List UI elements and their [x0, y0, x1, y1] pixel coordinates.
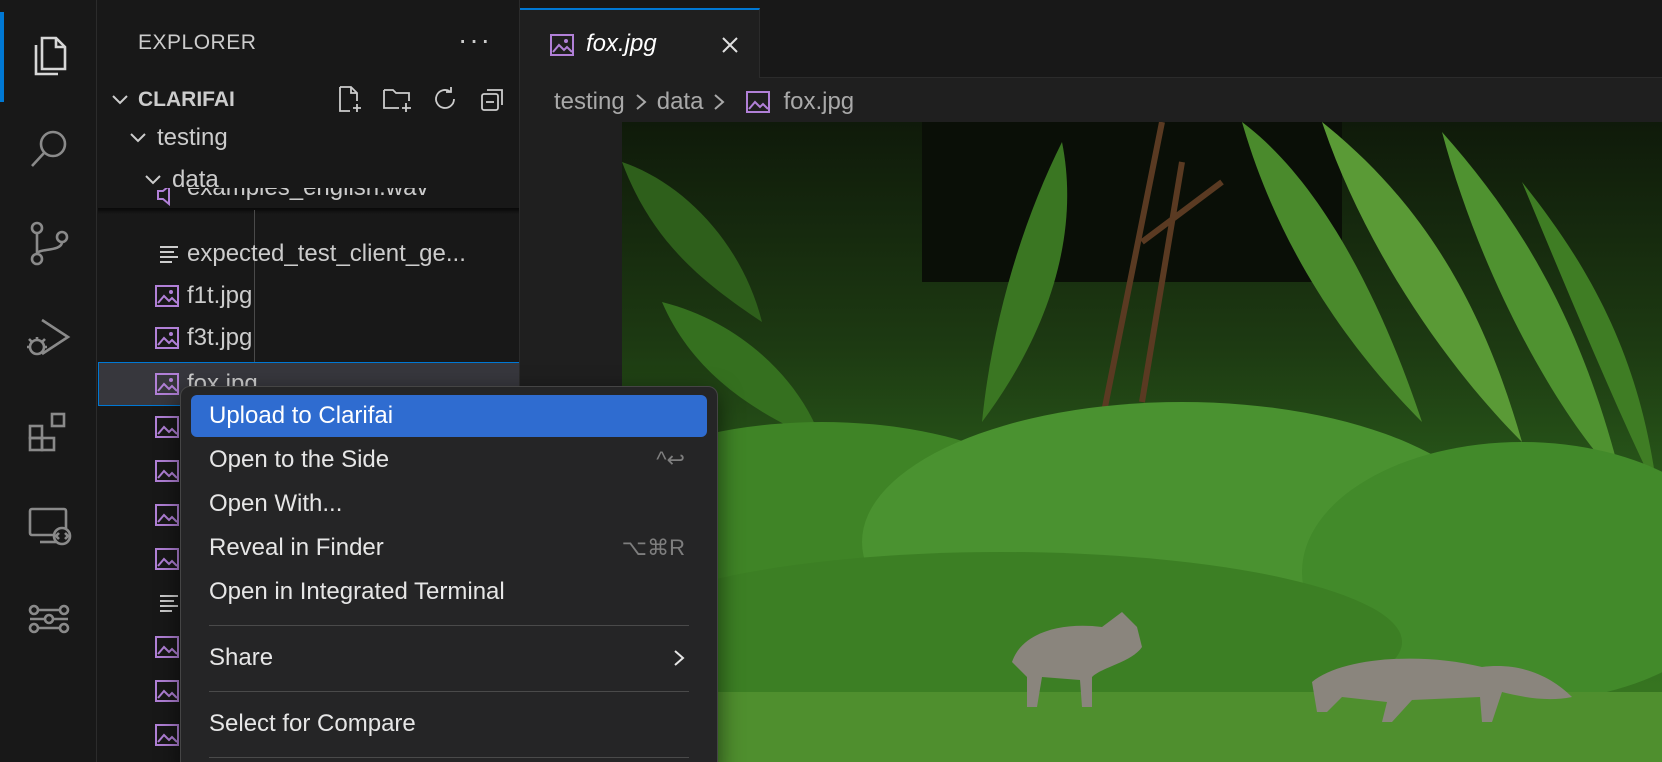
context-menu: Upload to Clarifai Open to the Side ^↩ O…	[180, 386, 718, 762]
menu-item-open-in-terminal[interactable]: Open in Integrated Terminal	[191, 571, 707, 613]
image-file-icon	[155, 504, 179, 526]
image-file-icon	[155, 416, 179, 438]
text-file-icon	[160, 595, 178, 612]
image-file-icon	[745, 89, 771, 115]
section-actions	[332, 82, 510, 116]
breadcrumb-item[interactable]: testing	[554, 88, 625, 116]
menu-separator	[209, 691, 689, 692]
menu-item-share[interactable]: Share	[191, 637, 707, 679]
menu-item-open-to-side[interactable]: Open to the Side ^↩	[191, 439, 707, 481]
menu-item-upload-to-clarifai[interactable]: Upload to Clarifai	[191, 395, 707, 437]
extensions-icon[interactable]	[0, 386, 97, 476]
workspace-title: CLARIFAI	[138, 88, 235, 111]
image-file-icon	[155, 460, 179, 482]
chevron-right-icon	[674, 650, 685, 666]
image-file-icon	[155, 680, 179, 702]
menu-item-label: Open to the Side	[209, 446, 390, 473]
tree-item-label: f3t.jpg	[187, 324, 253, 351]
remote-explorer-icon[interactable]	[0, 480, 97, 570]
collapse-all-icon[interactable]	[476, 82, 510, 116]
breadcrumb-item[interactable]: data	[657, 88, 704, 116]
tree-file-f3t[interactable]: f3t.jpg	[98, 316, 519, 360]
image-file-icon	[155, 724, 179, 746]
more-actions-icon[interactable]: ···	[458, 24, 492, 56]
menu-item-select-for-compare[interactable]: Select for Compare	[191, 703, 707, 745]
tree-item-label: testing	[157, 124, 228, 151]
chevron-right-icon	[631, 92, 651, 112]
image-file-icon	[155, 548, 179, 570]
new-file-icon[interactable]	[332, 82, 366, 116]
breadcrumb: testing data fox.jpg	[554, 84, 854, 120]
run-debug-icon[interactable]	[0, 292, 97, 382]
menu-item-label: Open With...	[209, 490, 343, 517]
image-file-icon	[550, 34, 574, 56]
menu-item-label: Reveal in Finder	[209, 534, 384, 561]
menu-item-open-with[interactable]: Open With...	[191, 483, 707, 525]
text-file-icon	[160, 246, 178, 263]
close-icon[interactable]	[718, 33, 742, 57]
image-file-icon	[155, 373, 179, 395]
tree-item-label: expected_test_client_ge...	[187, 240, 466, 267]
menu-item-reveal-in-finder[interactable]: Reveal in Finder ⌥⌘R	[191, 527, 707, 569]
image-file-icon	[155, 327, 179, 349]
refresh-icon[interactable]	[428, 82, 462, 116]
tree-item-label: examples_english.wav	[187, 188, 428, 202]
tab-fox-jpg[interactable]: fox.jpg	[520, 8, 760, 78]
tree-file-f1t[interactable]: f1t.jpg	[98, 274, 519, 318]
menu-item-label: Select for Compare	[209, 710, 416, 737]
tree-folder-testing[interactable]: testing	[98, 116, 519, 160]
tab-label: fox.jpg	[586, 30, 657, 57]
menu-item-shortcut: ⌥⌘R	[621, 535, 685, 560]
image-file-icon	[155, 636, 179, 658]
activity-bar	[0, 0, 97, 762]
explorer-icon[interactable]	[0, 10, 97, 100]
explorer-header: EXPLORER ···	[98, 20, 519, 66]
audio-file-icon	[157, 188, 170, 207]
chevron-down-icon	[130, 133, 146, 143]
tab-bar: fox.jpg	[520, 0, 1662, 78]
clarifai-extension-icon[interactable]	[0, 574, 97, 664]
search-icon[interactable]	[0, 104, 97, 194]
menu-item-label: Share	[209, 644, 274, 671]
tree-file-expected-test-client[interactable]: expected_test_client_ge...	[98, 232, 519, 276]
menu-separator	[209, 625, 689, 626]
chevron-down-icon	[112, 95, 128, 105]
menu-item-label: Upload to Clarifai	[209, 402, 394, 429]
image-file-icon	[155, 285, 179, 307]
sticky-scroll-shadow	[98, 208, 519, 214]
source-control-icon[interactable]	[0, 198, 97, 288]
menu-separator	[209, 757, 689, 758]
image-preview	[622, 122, 1662, 762]
fox-photo	[622, 122, 1662, 762]
tree-item-label: f1t.jpg	[187, 282, 253, 309]
menu-item-shortcut: ^↩	[656, 447, 685, 472]
menu-item-label: Open in Integrated Terminal	[209, 578, 505, 605]
breadcrumb-item[interactable]: fox.jpg	[783, 88, 854, 116]
new-folder-icon[interactable]	[380, 82, 414, 116]
explorer-title: EXPLORER	[138, 31, 257, 54]
chevron-right-icon	[709, 92, 729, 112]
tree-file-examples-english[interactable]: examples_english.wav	[98, 188, 519, 222]
